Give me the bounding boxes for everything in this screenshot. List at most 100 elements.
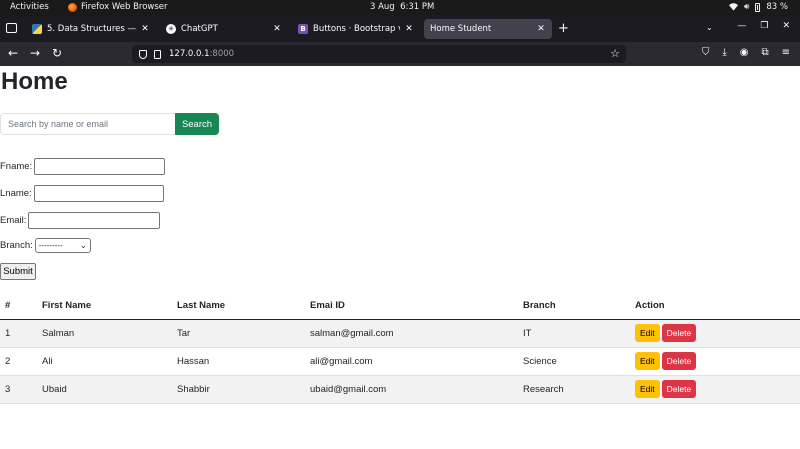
cell-first-name: Ali <box>37 347 172 376</box>
bookmark-star-icon[interactable]: ☆ <box>610 47 620 60</box>
cell-id: 1 <box>0 319 37 348</box>
cell-email: salman@gmail.com <box>305 319 518 348</box>
close-icon[interactable]: ✕ <box>272 24 282 34</box>
activities-button[interactable]: Activities <box>10 2 49 12</box>
cell-first-name: Salman <box>37 319 172 348</box>
edit-button[interactable]: Edit <box>635 352 660 370</box>
app-menu[interactable]: Firefox Web Browser <box>68 2 168 12</box>
minimize-icon[interactable]: — <box>737 21 746 31</box>
app-name: Firefox Web Browser <box>81 2 168 12</box>
toolbar-icons: ⛉ ⤓ ◉ ⧉ ≡ <box>702 47 790 58</box>
tracking-shield-icon[interactable] <box>139 49 147 59</box>
window-controls: — ❐ ✕ <box>737 21 790 31</box>
tab-home-student[interactable]: Home Student ✕ <box>424 19 552 39</box>
chevron-down-icon[interactable]: ⌄ <box>706 23 713 32</box>
delete-button[interactable]: Delete <box>661 324 697 342</box>
lname-row: Lname: <box>0 185 164 202</box>
delete-button[interactable]: Delete <box>661 352 697 370</box>
download-icon[interactable]: ⤓ <box>722 47 726 58</box>
header-email: Emai ID <box>305 293 518 320</box>
cell-id: 3 <box>0 375 37 404</box>
clock[interactable]: 3 Aug 6:31 PM <box>370 2 434 12</box>
cell-last-name: Tar <box>172 319 305 348</box>
branch-row: Branch: --------- ⌄ <box>0 238 91 253</box>
tab-strip: 5. Data Structures — Pyt ✕ ✳ ChatGPT ✕ B… <box>0 16 800 42</box>
restore-icon[interactable]: ❐ <box>760 21 768 31</box>
volume-icon: 🔊︎ <box>744 2 750 12</box>
battery-icon <box>755 2 761 12</box>
forward-arrow-icon[interactable]: → <box>30 46 40 60</box>
url-text[interactable]: 127.0.0.1:8000 <box>169 49 234 59</box>
firefox-view-icon[interactable] <box>6 23 17 33</box>
tab-title: Home Student <box>430 24 492 34</box>
cell-first-name: Ubaid <box>37 375 172 404</box>
system-tray[interactable]: 🔊︎ 83 % <box>729 2 788 12</box>
email-label: Email: <box>0 215 27 226</box>
address-bar[interactable]: 127.0.0.1:8000 ☆ <box>132 45 626 63</box>
tab-title: 5. Data Structures — Pyt <box>47 24 136 34</box>
url-host: 127.0.0.1 <box>169 49 210 59</box>
branch-select[interactable]: --------- ⌄ <box>34 238 91 253</box>
cell-actions: Edit Delete <box>630 375 800 404</box>
page-info-icon[interactable] <box>154 49 161 59</box>
extensions-icon[interactable]: ⧉ <box>761 47 768 58</box>
fname-input[interactable] <box>34 158 166 175</box>
python-icon <box>32 24 42 34</box>
delete-button[interactable]: Delete <box>661 380 697 398</box>
edit-button[interactable]: Edit <box>635 380 660 398</box>
close-icon[interactable]: ✕ <box>536 24 546 34</box>
menu-icon[interactable]: ≡ <box>782 47 790 58</box>
table-row: 2 Ali Hassan ali@gmail.com Science Edit D… <box>0 347 800 376</box>
tab-chatgpt[interactable]: ✳ ChatGPT ✕ <box>160 19 288 39</box>
cell-email: ali@gmail.com <box>305 347 518 376</box>
close-icon[interactable]: ✕ <box>140 24 150 34</box>
edit-button[interactable]: Edit <box>635 324 660 342</box>
search-button[interactable]: Search <box>175 113 219 135</box>
pocket-icon[interactable]: ⛉ <box>702 47 710 58</box>
header-branch: Branch <box>518 293 630 320</box>
header-last-name: Last Name <box>172 293 305 320</box>
cell-last-name: Shabbir <box>172 375 305 404</box>
new-tab-plus-icon[interactable]: + <box>558 21 569 36</box>
branch-label: Branch: <box>0 240 33 251</box>
cell-branch: Research <box>518 375 630 404</box>
cell-last-name: Hassan <box>172 347 305 376</box>
url-port: :8000 <box>209 49 235 59</box>
firefox-icon <box>68 2 77 12</box>
reload-icon[interactable]: ↻ <box>52 46 62 60</box>
date: 3 Aug <box>370 2 395 12</box>
account-icon[interactable]: ◉ <box>740 47 749 58</box>
search-input[interactable] <box>0 113 175 135</box>
header-action: Action <box>630 293 800 320</box>
lname-input[interactable] <box>33 185 164 202</box>
navigation-toolbar: ← → ↻ 127.0.0.1:8000 ☆ ⛉ ⤓ ◉ ⧉ ≡ <box>0 42 800 66</box>
wifi-icon <box>729 3 739 11</box>
header-id: # <box>0 293 37 320</box>
page-title: Home <box>1 68 68 95</box>
table-row: 1 Salman Tar salman@gmail.com IT Edit Del… <box>0 319 800 348</box>
submit-button[interactable]: Submit <box>0 263 36 280</box>
tab-python-docs[interactable]: 5. Data Structures — Pyt ✕ <box>26 19 156 39</box>
fname-label: Fname: <box>0 161 33 172</box>
lname-label: Lname: <box>0 188 32 199</box>
battery-level: 83 % <box>766 2 788 12</box>
tab-title: Buttons · Bootstrap v5.3 <box>313 24 400 34</box>
email-input[interactable] <box>28 212 161 229</box>
page-content: Home Search Fname: Lname: Email: Branch:… <box>0 66 800 449</box>
back-arrow-icon[interactable]: ← <box>8 46 18 60</box>
cell-email: ubaid@gmail.com <box>305 375 518 404</box>
email-row: Email: <box>0 212 161 229</box>
system-top-bar: Activities Firefox Web Browser 3 Aug 6:3… <box>0 0 800 16</box>
tab-bootstrap-buttons[interactable]: B Buttons · Bootstrap v5.3 ✕ <box>292 19 420 39</box>
close-window-icon[interactable]: ✕ <box>782 21 790 31</box>
cell-actions: Edit Delete <box>630 347 800 376</box>
header-first-name: First Name <box>37 293 172 320</box>
table-header-row: # First Name Last Name Emai ID Branch Ac… <box>0 293 800 320</box>
fname-row: Fname: <box>0 158 166 175</box>
cell-actions: Edit Delete <box>630 319 800 348</box>
cell-branch: Science <box>518 347 630 376</box>
chatgpt-icon: ✳ <box>166 24 176 34</box>
close-icon[interactable]: ✕ <box>404 24 414 34</box>
cell-id: 2 <box>0 347 37 376</box>
bootstrap-icon: B <box>298 24 308 34</box>
